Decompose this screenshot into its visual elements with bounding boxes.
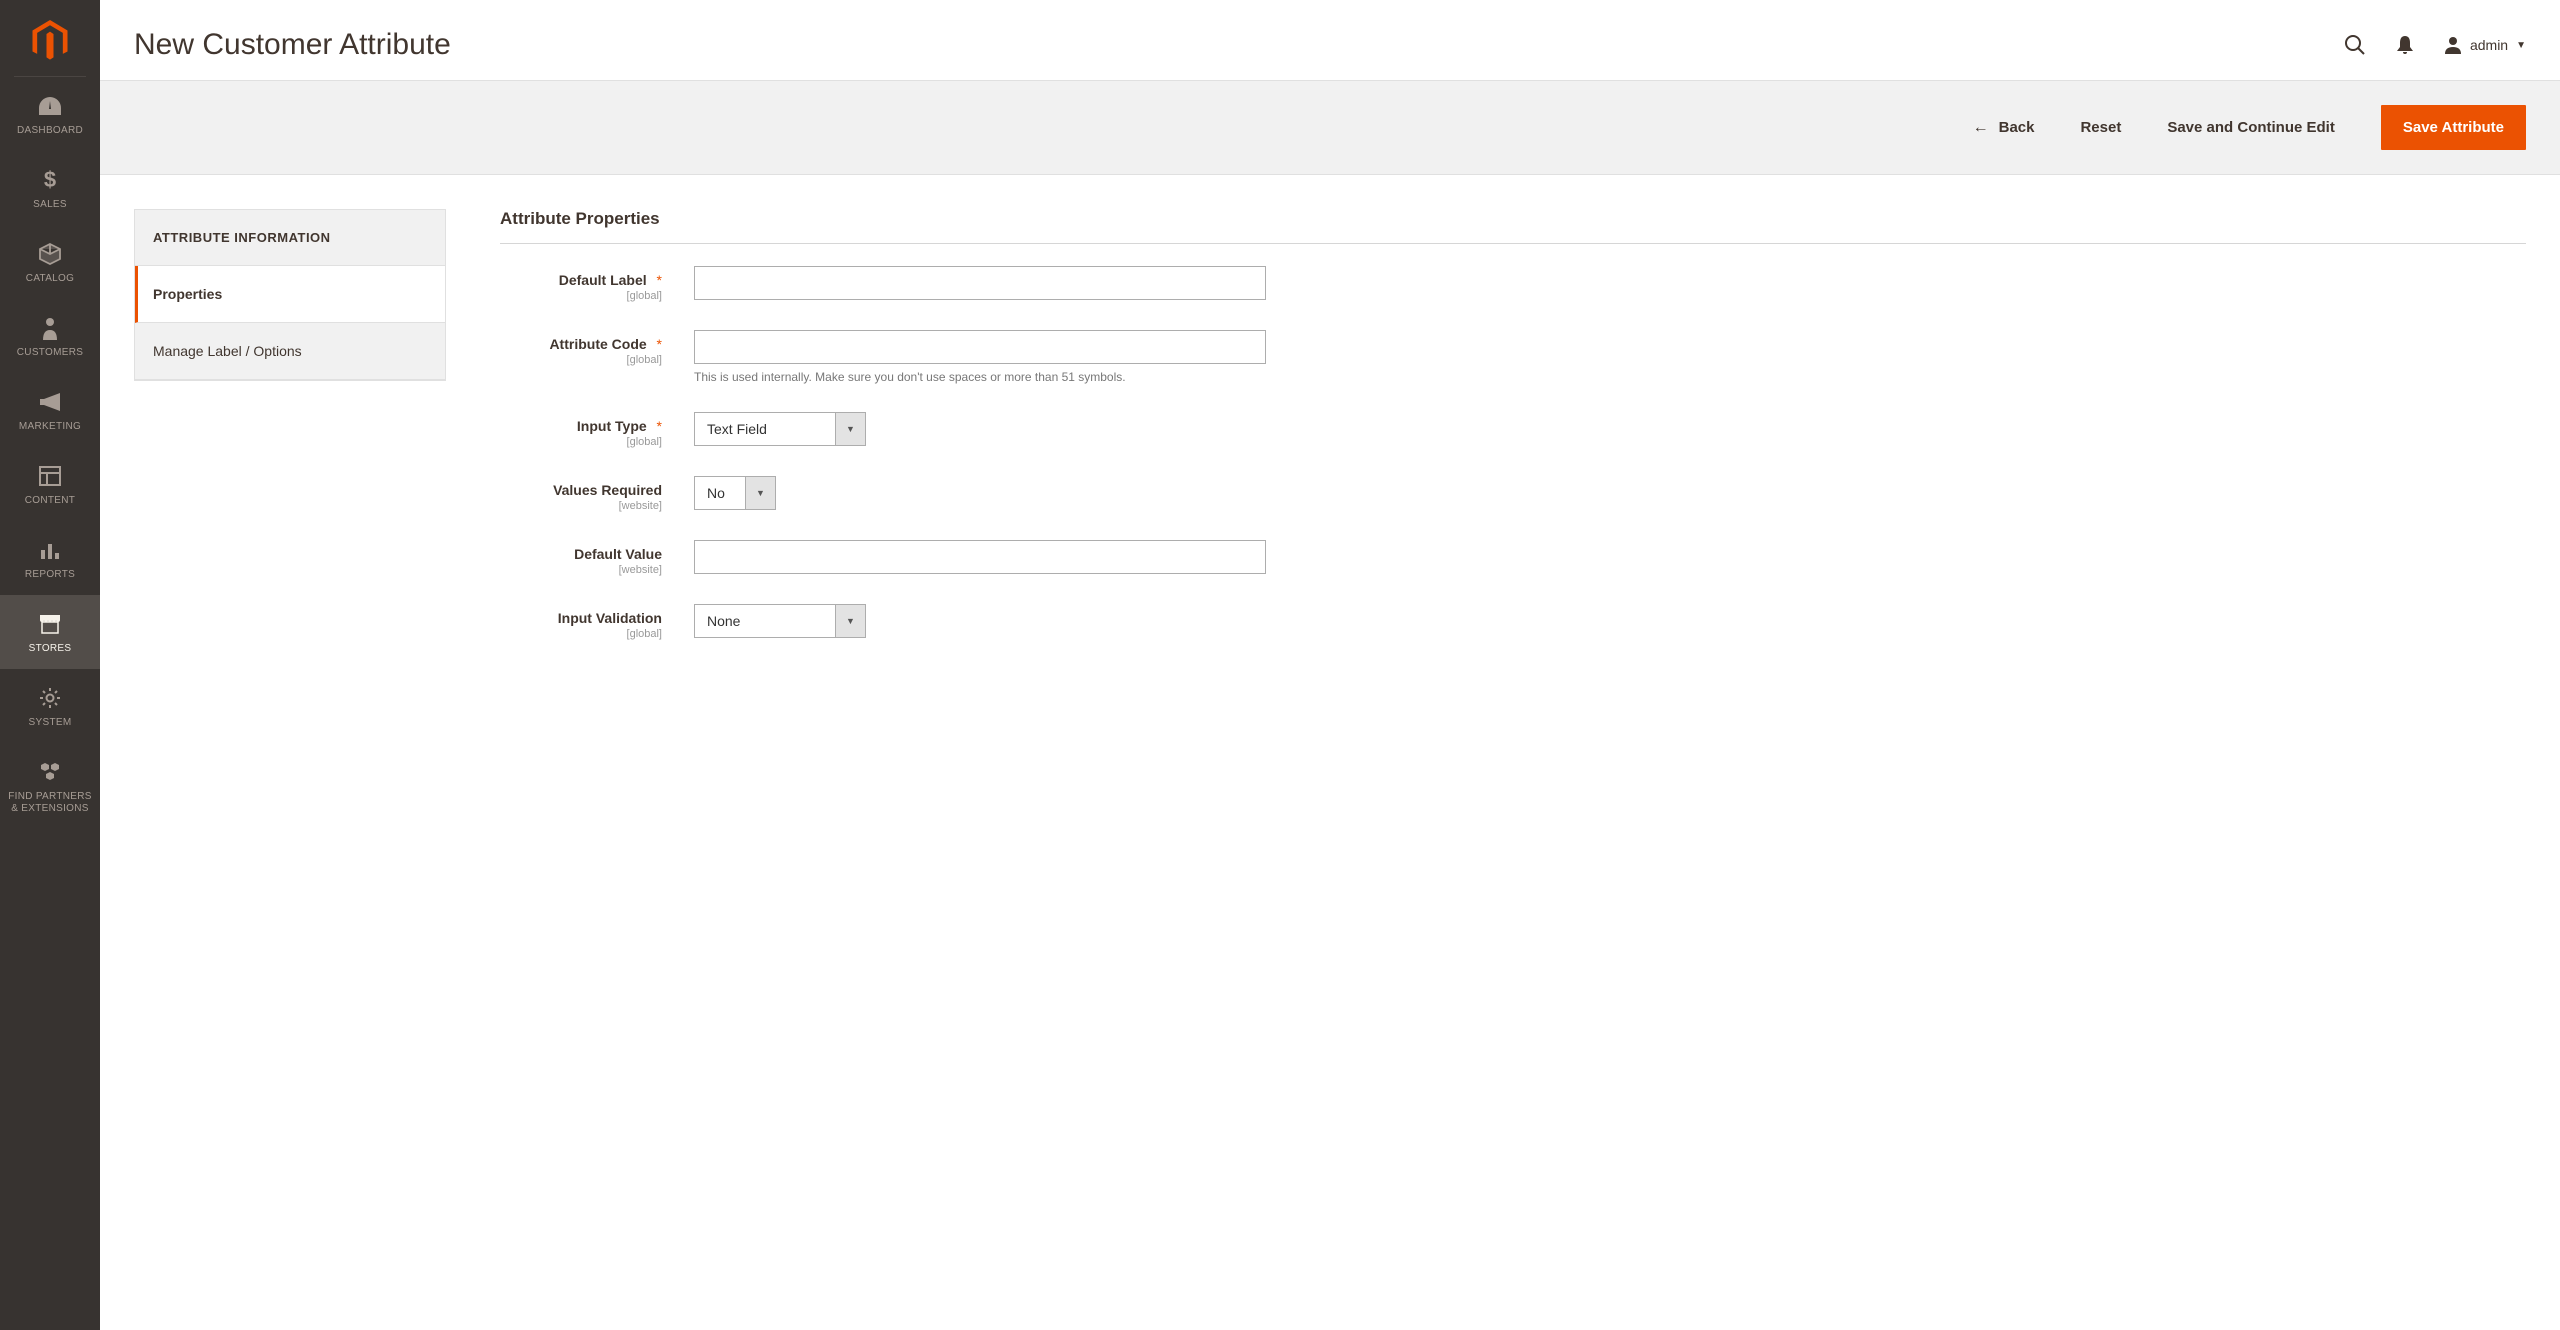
back-button[interactable]: ← Back — [1973, 119, 2035, 137]
main-content: New Customer Attribute admin ▼ ← Back — [100, 0, 2560, 1330]
sidebar-item-label: CONTENT — [25, 495, 75, 507]
sidebar-item-partners[interactable]: FIND PARTNERS & EXTENSIONS — [0, 743, 100, 829]
caret-down-icon: ▼ — [2516, 40, 2526, 51]
field-label: Default Value — [574, 546, 662, 562]
sidebar-item-catalog[interactable]: CATALOG — [0, 225, 100, 299]
back-button-label: Back — [1999, 119, 2035, 136]
search-button[interactable] — [2344, 34, 2366, 56]
sidebar-item-label: MARKETING — [19, 421, 81, 433]
sidebar-item-sales[interactable]: $ SALES — [0, 151, 100, 225]
field-default-label: Default Label * [global] — [500, 266, 2526, 302]
reset-button-label: Reset — [2080, 119, 2121, 136]
dollar-icon: $ — [36, 167, 64, 193]
field-label: Input Validation — [558, 610, 662, 626]
attribute-code-input[interactable] — [694, 330, 1266, 364]
sidebar-item-label: STORES — [29, 643, 72, 655]
bar-chart-icon — [36, 537, 64, 563]
tab-properties[interactable]: Properties — [135, 266, 445, 323]
sidebar-item-label: DASHBOARD — [17, 125, 83, 137]
notifications-button[interactable] — [2396, 35, 2414, 55]
field-scope: [global] — [500, 628, 662, 640]
sidebar-item-label: FIND PARTNERS & EXTENSIONS — [4, 791, 96, 815]
required-mark: * — [657, 418, 662, 434]
arrow-left-icon: ← — [1973, 119, 1989, 137]
caret-down-icon: ▼ — [835, 605, 865, 637]
sidebar-item-reports[interactable]: REPORTS — [0, 521, 100, 595]
field-scope: [global] — [500, 290, 662, 302]
field-scope: [website] — [500, 500, 662, 512]
field-input-type: Input Type * [global] Text Field ▼ — [500, 412, 2526, 448]
input-type-select[interactable]: Text Field ▼ — [694, 412, 866, 446]
sidebar-item-stores[interactable]: STORES — [0, 595, 100, 669]
caret-down-icon: ▼ — [745, 477, 775, 509]
action-bar: ← Back Reset Save and Continue Edit Save… — [100, 80, 2560, 175]
field-default-value: Default Value [website] — [500, 540, 2526, 576]
user-icon — [2444, 36, 2462, 54]
field-note: This is used internally. Make sure you d… — [694, 370, 2526, 384]
select-value: No — [695, 477, 745, 509]
required-mark: * — [657, 336, 662, 352]
save-continue-button[interactable]: Save and Continue Edit — [2167, 119, 2335, 136]
page-header: New Customer Attribute admin ▼ — [100, 0, 2560, 80]
default-value-input[interactable] — [694, 540, 1266, 574]
field-attribute-code: Attribute Code * [global] This is used i… — [500, 330, 2526, 384]
field-scope: [website] — [500, 564, 662, 576]
save-continue-label: Save and Continue Edit — [2167, 119, 2335, 136]
gear-icon — [36, 685, 64, 711]
sidebar-item-label: SYSTEM — [29, 717, 72, 729]
storefront-icon — [36, 611, 64, 637]
field-input-validation: Input Validation [global] None ▼ — [500, 604, 2526, 640]
account-username: admin — [2470, 37, 2508, 53]
values-required-select[interactable]: No ▼ — [694, 476, 776, 510]
page-title: New Customer Attribute — [134, 28, 451, 62]
sidebar-item-marketing[interactable]: MARKETING — [0, 373, 100, 447]
sidebar-item-label: SALES — [33, 199, 67, 211]
select-value: None — [695, 605, 835, 637]
header-actions: admin ▼ — [2344, 34, 2526, 56]
box-icon — [36, 241, 64, 267]
sidebar-item-dashboard[interactable]: DASHBOARD — [0, 77, 100, 151]
field-label: Default Label — [559, 272, 647, 288]
sidebar-item-system[interactable]: SYSTEM — [0, 669, 100, 743]
tabs-panel-title: ATTRIBUTE INFORMATION — [135, 210, 445, 266]
sidebar-item-label: CUSTOMERS — [17, 347, 83, 359]
field-label: Values Required — [553, 482, 662, 498]
caret-down-icon: ▼ — [835, 413, 865, 445]
account-menu[interactable]: admin ▼ — [2444, 36, 2526, 54]
person-icon — [36, 315, 64, 341]
tab-label: Properties — [153, 286, 222, 302]
select-value: Text Field — [695, 413, 835, 445]
sidebar-item-content[interactable]: CONTENT — [0, 447, 100, 521]
admin-sidebar: DASHBOARD $ SALES CATALOG CUSTOMERS MARK… — [0, 0, 100, 1330]
gauge-icon — [36, 93, 64, 119]
sidebar-item-label: CATALOG — [26, 273, 74, 285]
field-label: Attribute Code — [549, 336, 646, 352]
section-heading: Attribute Properties — [500, 209, 2526, 244]
magento-logo[interactable] — [14, 0, 86, 77]
required-mark: * — [657, 272, 662, 288]
megaphone-icon — [36, 389, 64, 415]
sidebar-item-customers[interactable]: CUSTOMERS — [0, 299, 100, 373]
search-icon — [2344, 34, 2366, 56]
layout-icon — [36, 463, 64, 489]
reset-button[interactable]: Reset — [2080, 119, 2121, 136]
content-area: ATTRIBUTE INFORMATION Properties Manage … — [100, 175, 2560, 702]
bell-icon — [2396, 35, 2414, 55]
save-attribute-button[interactable]: Save Attribute — [2381, 105, 2526, 150]
form-section: Attribute Properties Default Label * [gl… — [500, 209, 2526, 668]
attribute-info-tabs: ATTRIBUTE INFORMATION Properties Manage … — [134, 209, 446, 381]
tab-manage-label-options[interactable]: Manage Label / Options — [135, 323, 445, 380]
field-label: Input Type — [577, 418, 647, 434]
field-scope: [global] — [500, 354, 662, 366]
field-scope: [global] — [500, 436, 662, 448]
blocks-icon — [36, 759, 64, 785]
tab-label: Manage Label / Options — [153, 343, 302, 359]
field-values-required: Values Required [website] No ▼ — [500, 476, 2526, 512]
input-validation-select[interactable]: None ▼ — [694, 604, 866, 638]
sidebar-item-label: REPORTS — [25, 569, 75, 581]
default-label-input[interactable] — [694, 266, 1266, 300]
